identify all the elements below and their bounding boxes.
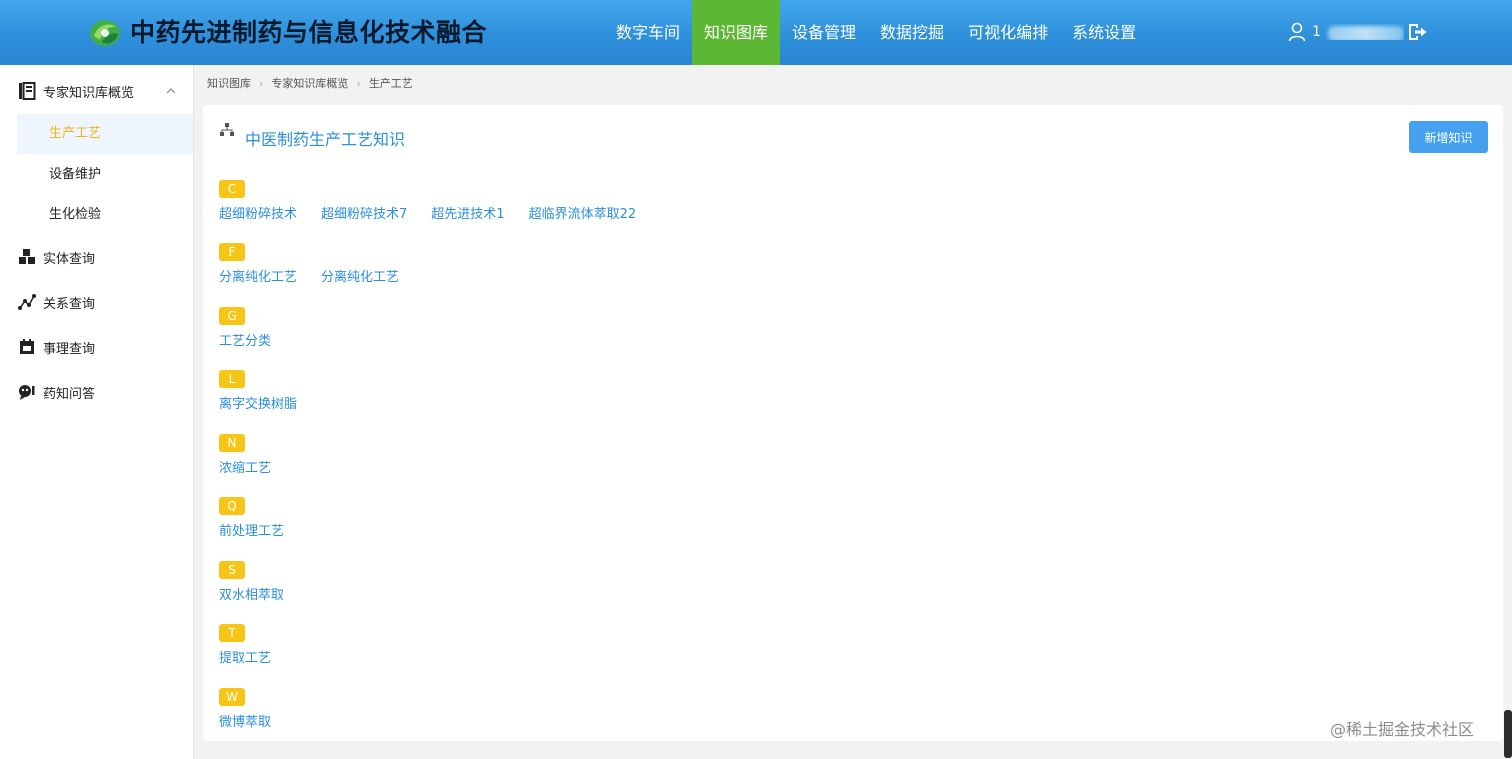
sidebar-item-label: 实体查询 xyxy=(43,251,96,267)
letter-group-t: T 提取工艺 xyxy=(219,622,295,666)
hierarchy-icon xyxy=(220,123,234,136)
user-name[interactable]: 1 xyxy=(1312,24,1404,40)
knowledge-link[interactable]: 超临界流体萃取22 xyxy=(529,203,637,222)
knowledge-link[interactable]: 超先进技术1 xyxy=(431,203,504,222)
user-name-text: 1 xyxy=(1312,24,1321,40)
letter-badge: S xyxy=(219,561,245,579)
sidebar-subitem-equipment-maintenance[interactable]: 设备维护 xyxy=(17,155,193,195)
scrollbar-thumb[interactable] xyxy=(1504,710,1512,758)
knowledge-link[interactable]: 分离纯化工艺 xyxy=(219,266,297,285)
sidebar-item-entity-query[interactable]: 实体查询 xyxy=(0,237,193,277)
knowledge-link[interactable]: 离字交换树脂 xyxy=(219,393,297,412)
sidebar-item-label: 事理查询 xyxy=(43,341,96,357)
page-title: 中医制药生产工艺知识 xyxy=(245,130,406,149)
knowledge-link-list: 微博萃取 xyxy=(219,711,295,730)
nav-knowledge-graph[interactable]: 知识图库 xyxy=(692,0,781,65)
letter-group-s: S 双水相萃取 xyxy=(219,559,308,603)
sidebar-item-label: 关系查询 xyxy=(43,296,96,312)
sidebar-subitem-production-process[interactable]: 生产工艺 xyxy=(17,114,193,154)
breadcrumb-separator-icon: › xyxy=(259,76,264,90)
knowledge-link-list: 超细粉碎技术 超细粉碎技术7 超先进技术1 超临界流体萃取22 xyxy=(219,203,660,222)
knowledge-link-list: 浓缩工艺 xyxy=(219,457,295,476)
knowledge-link[interactable]: 超细粉碎技术7 xyxy=(321,203,407,222)
sidebar: 专家知识库概览 生产工艺 设备维护 生化检验 实体查询 关系查询 事理查询 药知… xyxy=(0,65,194,759)
sidebar-subitem-biochemical-testing[interactable]: 生化检验 xyxy=(17,195,193,235)
knowledge-link-list: 双水相萃取 xyxy=(219,584,308,603)
nav-digital-workshop[interactable]: 数字车间 xyxy=(604,0,692,65)
calendar-icon xyxy=(20,339,34,354)
knowledge-link[interactable]: 浓缩工艺 xyxy=(219,457,271,476)
sidebar-item-event-query[interactable]: 事理查询 xyxy=(0,327,193,367)
sidebar-item-label: 药知问答 xyxy=(43,386,96,402)
chevron-up-icon xyxy=(166,88,176,94)
notebook-icon xyxy=(19,82,36,100)
nav-system-settings[interactable]: 系统设置 xyxy=(1060,0,1148,65)
letter-group-c: C 超细粉碎技术 超细粉碎技术7 超先进技术1 超临界流体萃取22 xyxy=(219,178,660,222)
breadcrumb-item-current: 生产工艺 xyxy=(368,77,413,90)
main-nav: 数字车间 知识图库 设备管理 数据挖掘 可视化编排 系统设置 xyxy=(604,0,1148,65)
knowledge-link[interactable]: 双水相萃取 xyxy=(219,584,284,603)
chat-bot-icon xyxy=(19,385,35,400)
knowledge-link[interactable]: 工艺分类 xyxy=(219,330,271,349)
user-icon[interactable] xyxy=(1288,22,1306,42)
logo-icon xyxy=(90,20,120,46)
letter-group-q: Q 前处理工艺 xyxy=(219,495,308,539)
logout-icon[interactable] xyxy=(1406,21,1428,43)
letter-group-f: F 分离纯化工艺 分离纯化工艺 xyxy=(219,241,423,285)
knowledge-link[interactable]: 分离纯化工艺 xyxy=(321,266,399,285)
relation-graph-icon xyxy=(18,294,36,310)
cubes-icon xyxy=(19,249,35,264)
knowledge-link[interactable]: 微博萃取 xyxy=(219,711,271,730)
letter-badge: C xyxy=(219,180,245,198)
knowledge-link-list: 分离纯化工艺 分离纯化工艺 xyxy=(219,266,423,285)
knowledge-link[interactable]: 超细粉碎技术 xyxy=(219,203,297,222)
breadcrumb-item-knowledge-graph[interactable]: 知识图库 xyxy=(207,75,251,91)
letter-group-w: W 微博萃取 xyxy=(219,686,295,730)
breadcrumb-item-expert-knowledge[interactable]: 专家知识库概览 xyxy=(271,75,348,91)
sidebar-group-label: 专家知识库概览 xyxy=(43,85,135,101)
knowledge-link-list: 提取工艺 xyxy=(219,647,295,666)
knowledge-link[interactable]: 提取工艺 xyxy=(219,647,271,666)
letter-badge: T xyxy=(219,624,245,642)
letter-badge: W xyxy=(219,688,245,706)
top-header: 中药先进制药与信息化技术融合 数字车间 知识图库 设备管理 数据挖掘 可视化编排… xyxy=(0,0,1512,65)
nav-device-management[interactable]: 设备管理 xyxy=(780,0,868,65)
user-area: 1 xyxy=(1288,20,1428,44)
knowledge-card: 中医制药生产工艺知识 新增知识 C 超细粉碎技术 超细粉碎技术7 超先进技术1 … xyxy=(203,105,1503,741)
breadcrumb: 知识图库 › 专家知识库概览 › 生产工艺 xyxy=(207,75,413,91)
nav-visual-orchestration[interactable]: 可视化编排 xyxy=(956,0,1060,65)
sidebar-item-medicine-qa[interactable]: 药知问答 xyxy=(0,372,193,412)
breadcrumb-separator-icon: › xyxy=(356,76,361,90)
knowledge-link-list: 工艺分类 xyxy=(219,330,295,349)
redacted-blur xyxy=(1328,26,1404,40)
nav-data-mining[interactable]: 数据挖掘 xyxy=(868,0,956,65)
letter-badge: L xyxy=(219,370,245,388)
letter-badge: G xyxy=(219,307,245,325)
letter-badge: N xyxy=(219,434,245,452)
knowledge-link[interactable]: 前处理工艺 xyxy=(219,520,284,539)
app-title: 中药先进制药与信息化技术融合 xyxy=(130,18,488,47)
sidebar-item-relation-query[interactable]: 关系查询 xyxy=(0,282,193,322)
letter-group-l: L 离字交换树脂 xyxy=(219,368,321,412)
letter-group-g: G 工艺分类 xyxy=(219,305,295,349)
watermark: @稀土掘金技术社区 xyxy=(1330,720,1475,739)
letter-badge: Q xyxy=(219,497,245,515)
knowledge-link-list: 离字交换树脂 xyxy=(219,393,321,412)
letter-group-n: N 浓缩工艺 xyxy=(219,432,295,476)
letter-badge: F xyxy=(219,243,245,261)
knowledge-link-list: 前处理工艺 xyxy=(219,520,308,539)
sidebar-group-expert-knowledge[interactable]: 专家知识库概览 xyxy=(0,71,193,111)
add-knowledge-button[interactable]: 新增知识 xyxy=(1409,121,1488,153)
